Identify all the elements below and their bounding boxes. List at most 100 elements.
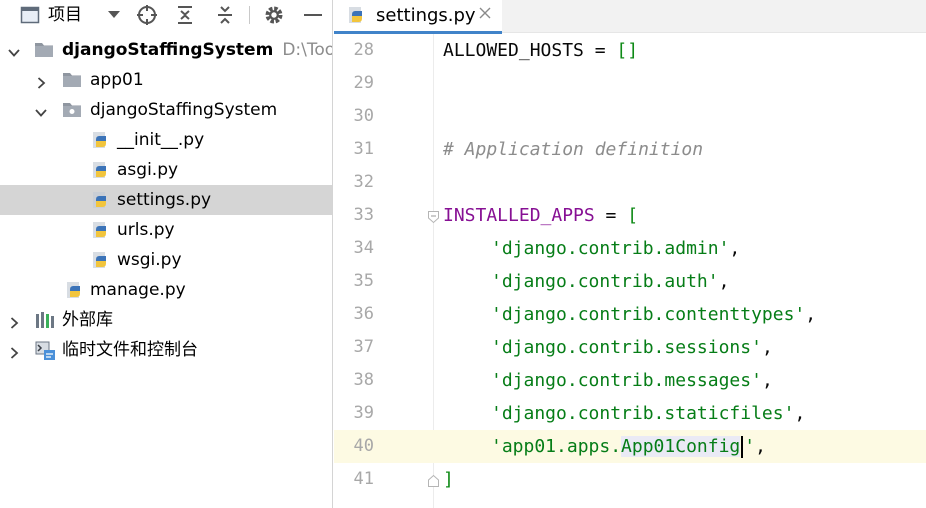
close-icon[interactable] <box>478 5 494 21</box>
code-line[interactable]: 39 'django.contrib.staticfiles', <box>334 397 926 430</box>
line-number: 31 <box>353 139 374 159</box>
locate-icon[interactable] <box>135 0 159 30</box>
tree-item-external-libraries[interactable]: 外部库 <box>0 305 332 335</box>
chevron-down-icon[interactable] <box>8 44 20 57</box>
highlighted-reference: App01Config <box>621 436 741 457</box>
code-text: ALLOWED_HOSTS = [] <box>443 34 638 67</box>
tree-item-scratches-and-consoles[interactable]: 临时文件和控制台 <box>0 335 332 365</box>
line-number: 33 <box>353 205 374 225</box>
text-caret <box>741 436 744 458</box>
editor-tab-bar: settings.py <box>334 0 926 34</box>
tree-item-asgi-py[interactable]: asgi.py <box>0 155 332 185</box>
minimize-icon[interactable] <box>302 0 324 30</box>
tree-item-label: app01 <box>90 70 144 90</box>
code-line[interactable]: 30 <box>334 100 926 133</box>
code-token-identifier: ALLOWED_HOSTS = <box>443 40 617 61</box>
chevron-right-icon[interactable] <box>8 314 20 329</box>
folder-icon <box>62 101 82 119</box>
gear-icon[interactable] <box>262 0 286 30</box>
code-line[interactable]: 36 'django.contrib.contenttypes', <box>334 298 926 331</box>
code-text: 'django.contrib.contenttypes', <box>491 304 817 325</box>
tree-item-label: urls.py <box>117 220 175 240</box>
tree-item-settings-py[interactable]: settings.py <box>0 185 332 215</box>
tab-label: settings.py <box>376 5 476 26</box>
code-text: INSTALLED_APPS = [ <box>443 199 638 232</box>
code-token-string: 'django.contrib.contenttypes' <box>491 304 806 325</box>
line-number: 39 <box>353 403 374 423</box>
code-line[interactable]: 32 <box>334 166 926 199</box>
python-file-icon <box>90 251 110 269</box>
tree-item-label: settings.py <box>117 190 212 210</box>
fold-marker-icon[interactable] <box>427 209 440 224</box>
code-editor[interactable]: settings.py 28 ALLOWED_HOSTS = [] 29 30 … <box>334 0 926 508</box>
tree-item-app01[interactable]: app01 <box>0 65 332 95</box>
code-text: 'django.contrib.auth', <box>491 271 730 292</box>
code-token-string: 'django.contrib.auth' <box>491 271 719 292</box>
code-line[interactable]: 34 'django.contrib.admin', <box>334 232 926 265</box>
tree-item-label: manage.py <box>90 280 186 300</box>
code-line[interactable]: 37 'django.contrib.sessions', <box>334 331 926 364</box>
project-path: D:\Tool <box>282 40 332 60</box>
tree-item-wsgi-py[interactable]: wsgi.py <box>0 245 332 275</box>
python-file-icon <box>90 221 110 239</box>
code-line[interactable]: 35 'django.contrib.auth', <box>334 265 926 298</box>
line-number: 41 <box>353 469 374 489</box>
chevron-right-icon[interactable] <box>35 74 47 89</box>
toolbar-divider <box>249 6 250 24</box>
line-number: 32 <box>353 172 374 192</box>
tree-item-label: djangoStaffingSystem D:\Tool <box>62 35 332 65</box>
tab-settings-py[interactable]: settings.py <box>334 0 502 34</box>
line-number: 38 <box>353 370 374 390</box>
fold-end-marker-icon[interactable] <box>427 473 440 487</box>
chevron-right-icon[interactable] <box>8 344 20 359</box>
tree-item-manage-py[interactable]: manage.py <box>0 275 332 305</box>
code-text: 'django.contrib.sessions', <box>491 337 773 358</box>
project-toolbar: 项目 <box>0 0 332 30</box>
code-text: 'django.contrib.staticfiles', <box>491 403 806 424</box>
dropdown-arrow-icon[interactable] <box>104 0 124 30</box>
line-number <box>334 496 374 508</box>
tree-item-label: wsgi.py <box>117 250 182 270</box>
code-line[interactable]: 29 <box>334 67 926 100</box>
line-number: 36 <box>353 304 374 324</box>
line-number: 34 <box>353 238 374 258</box>
code-line[interactable] <box>334 496 926 508</box>
tree-item-urls-py[interactable]: urls.py <box>0 215 332 245</box>
code-text: 'django.contrib.admin', <box>491 238 741 259</box>
code-token-bracket: [ <box>627 205 639 226</box>
code-line-current[interactable]: 40 'app01.apps.App01Config ', <box>334 430 926 463</box>
python-file-icon <box>346 6 366 26</box>
code-token-identifier: INSTALLED_APPS <box>443 205 595 226</box>
code-token-string: 'django.contrib.sessions' <box>491 337 762 358</box>
code-line[interactable]: 41 ] <box>334 463 926 496</box>
code-line[interactable]: 38 'django.contrib.messages', <box>334 364 926 397</box>
line-number: 28 <box>353 40 374 60</box>
tree-item-init-py[interactable]: __init__.py <box>0 125 332 155</box>
code-token-string: 'django.contrib.admin' <box>491 238 730 259</box>
expand-all-icon[interactable] <box>173 0 197 30</box>
folder-icon <box>34 41 54 59</box>
tree-item-djangostaffingsystem-package[interactable]: djangoStaffingSystem <box>0 95 332 125</box>
project-name: djangoStaffingSystem <box>62 40 274 60</box>
library-icon <box>35 311 55 329</box>
python-file-icon <box>90 191 110 209</box>
code-token-bracket: [] <box>616 40 639 61</box>
tree-item-project-root[interactable]: djangoStaffingSystem D:\Tool <box>0 35 332 65</box>
tree-item-label: __init__.py <box>117 130 205 150</box>
code-token-operator: = <box>594 205 628 226</box>
panel-title[interactable]: 项目 <box>48 0 82 30</box>
code-line[interactable]: 33 INSTALLED_APPS = [ <box>334 199 926 232</box>
line-number: 30 <box>353 106 374 126</box>
chevron-down-icon[interactable] <box>35 104 47 117</box>
code-text: 'django.contrib.messages', <box>491 370 773 391</box>
code-text: 'app01.apps.App01Config ', <box>491 436 766 458</box>
collapse-all-icon[interactable] <box>213 0 237 30</box>
line-number: 35 <box>353 271 374 291</box>
line-number: 29 <box>353 73 374 93</box>
code-line[interactable]: 28 ALLOWED_HOSTS = [] <box>334 34 926 67</box>
project-view-icon[interactable] <box>18 0 42 30</box>
code-token-string: 'django.contrib.messages' <box>491 370 762 391</box>
python-file-icon <box>90 161 110 179</box>
python-file-icon <box>64 281 84 299</box>
code-line[interactable]: 31 # Application definition <box>334 133 926 166</box>
